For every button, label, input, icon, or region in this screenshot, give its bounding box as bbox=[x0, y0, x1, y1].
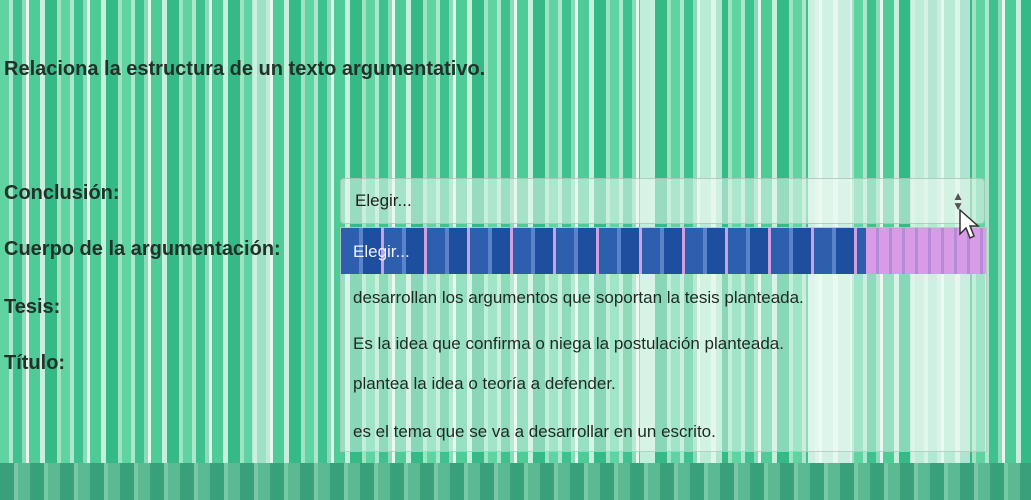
dropdown-listbox[interactable]: Elegir... desarrollan los argumentos que… bbox=[340, 227, 987, 452]
mouse-pointer-icon bbox=[959, 208, 980, 240]
conclusion-select[interactable]: Elegir... ▲ ▼ bbox=[340, 178, 985, 224]
option-label: Elegir... bbox=[353, 242, 410, 261]
dropdown-option[interactable]: Es la idea que confirma o niega la postu… bbox=[353, 334, 784, 354]
select-current-value: Elegir... bbox=[355, 191, 412, 210]
bottom-strip bbox=[0, 463, 1031, 500]
question-title: Relaciona la estructura de un texto argu… bbox=[4, 58, 486, 80]
label-cuerpo-argumentacion: Cuerpo de la argumentación: bbox=[4, 238, 281, 260]
label-conclusion: Conclusión: bbox=[4, 182, 120, 204]
label-titulo: Título: bbox=[4, 352, 66, 374]
label-tesis: Tesis: bbox=[4, 296, 61, 318]
dropdown-option[interactable]: es el tema que se va a desarrollar en un… bbox=[353, 422, 716, 442]
dropdown-option[interactable]: plantea la idea o teoría a defender. bbox=[353, 374, 616, 394]
dropdown-option[interactable]: desarrollan los argumentos que soportan … bbox=[353, 288, 804, 308]
dropdown-option-selected[interactable]: Elegir... bbox=[341, 228, 986, 274]
